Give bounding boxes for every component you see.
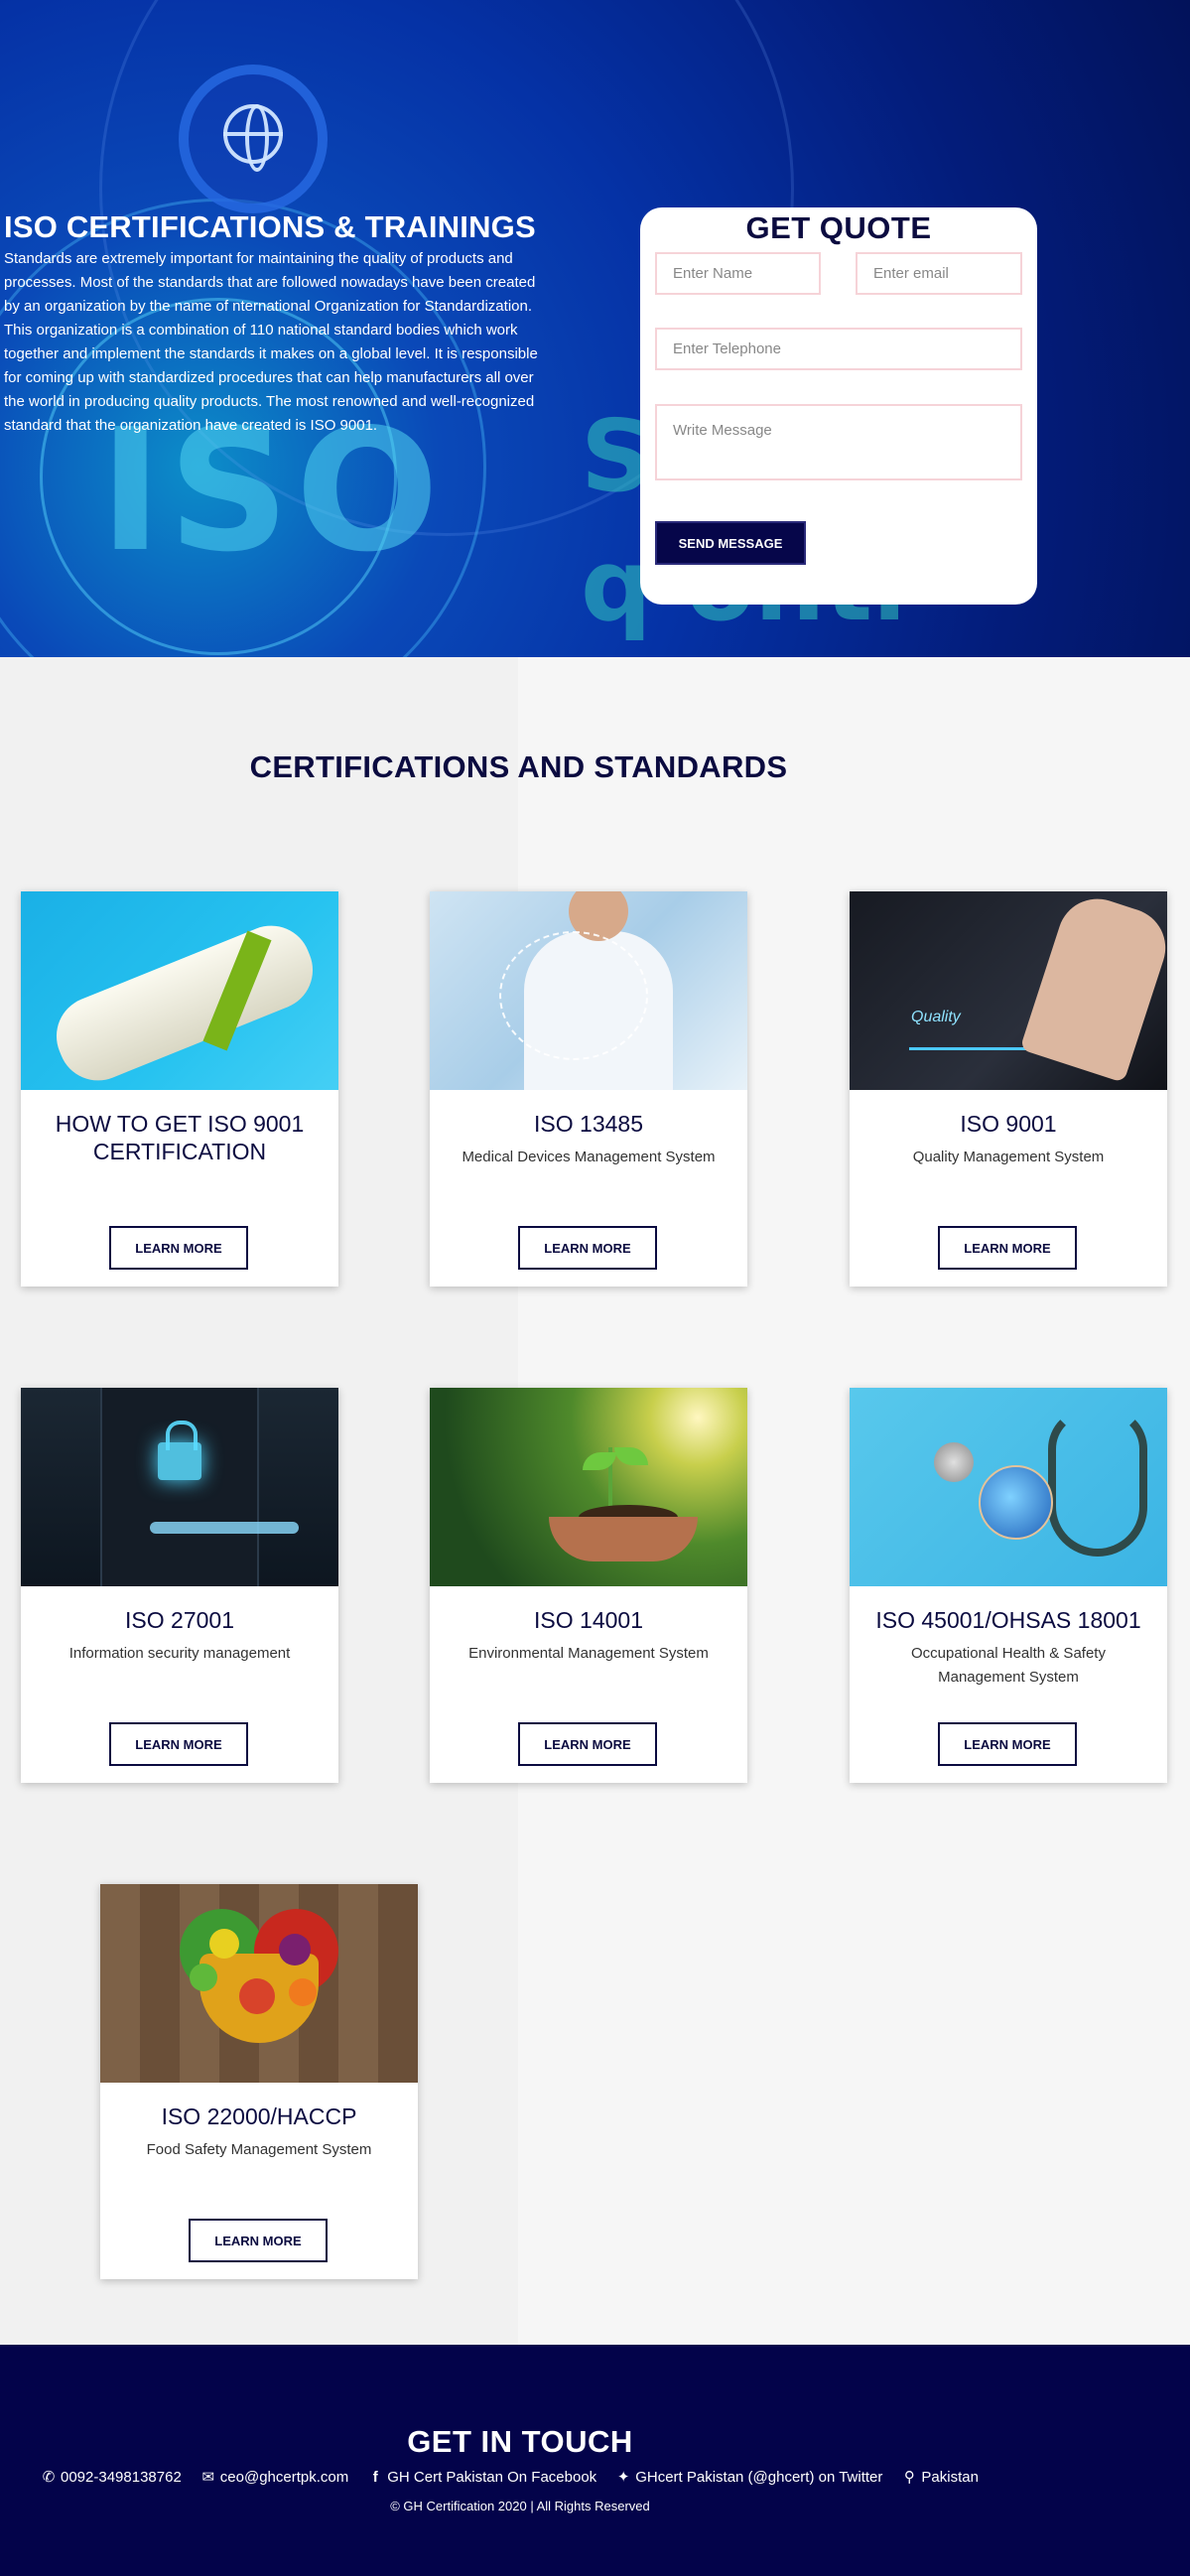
send-message-button[interactable]: SEND MESSAGE (655, 521, 806, 565)
name-field[interactable]: Enter Name (655, 252, 821, 295)
twitter-label: GHcert Pakistan (@ghcert) on Twitter (635, 2468, 883, 2486)
quote-form-title: GET QUOTE (745, 210, 932, 245)
certification-card: Quality ISO 9001 Quality Management Syst… (850, 891, 1167, 1287)
facebook-label: GH Cert Pakistan On Facebook (387, 2468, 597, 2486)
location-label: Pakistan (921, 2468, 979, 2486)
map-marker-icon: ⚲ (903, 2469, 915, 2486)
telephone-field[interactable]: Enter Telephone (655, 328, 1022, 370)
location-contact: ⚲ Pakistan (902, 2468, 979, 2487)
facebook-link[interactable]: f GH Cert Pakistan On Facebook (368, 2468, 596, 2486)
stethoscope-globe-image (850, 1388, 1167, 1586)
phone-number: 0092-3498138762 (61, 2468, 182, 2486)
certification-card: ISO 45001/OHSAS 18001 Occupational Healt… (850, 1388, 1167, 1783)
security-lock-image (21, 1388, 338, 1586)
footer-title: GET IN TOUCH (407, 2424, 633, 2459)
hero-paragraph: Standards are extremely important for ma… (4, 250, 538, 434)
card-description: Quality Management System (912, 1149, 1105, 1165)
twitter-link[interactable]: ✦ GHcert Pakistan (@ghcert) on Twitter (616, 2468, 883, 2487)
card-description: Occupational Health & Safety Management … (911, 1645, 1106, 1686)
certification-card: ISO 14001 Environmental Management Syste… (430, 1388, 747, 1783)
email-address: ceo@ghcertpk.com (219, 2468, 349, 2486)
contact-list: ✆ 0092-3498138762 ✉ ceo@ghcertpk.com f G… (42, 2468, 979, 2487)
quality-graph-image: Quality (850, 891, 1167, 1090)
card-description: Food Safety Management System (146, 2141, 372, 2158)
globe-icon (179, 65, 328, 213)
card-title: ISO 13485 (534, 1111, 643, 1137)
learn-more-button[interactable]: LEARN MORE (938, 1226, 1077, 1270)
plant-hands-image (430, 1388, 747, 1586)
certification-card: ISO 22000/HACCP Food Safety Management S… (100, 1884, 418, 2279)
quote-form: GET QUOTE Enter Name Enter email Enter T… (640, 207, 1037, 605)
diploma-scroll-image (21, 891, 338, 1090)
certification-card: ISO 13485 Medical Devices Management Sys… (430, 891, 747, 1287)
learn-more-button[interactable]: LEARN MORE (189, 2219, 328, 2262)
copyright-text: © GH Certification 2020 | All Rights Res… (390, 2499, 650, 2513)
card-title: ISO 45001/OHSAS 18001 (875, 1607, 1141, 1633)
certifications-title: CERTIFICATIONS AND STANDARDS (249, 749, 788, 784)
hero-banner: ISO S ds q ontr ISO CERTIFICATIONS & TRA… (0, 0, 1190, 657)
card-title: ISO 9001 (960, 1111, 1057, 1137)
doctor-medical-image (430, 891, 747, 1090)
fruit-heart-image (100, 1884, 418, 2083)
learn-more-button[interactable]: LEARN MORE (518, 1722, 657, 1766)
learn-more-button[interactable]: LEARN MORE (518, 1226, 657, 1270)
facebook-icon: f (372, 2468, 378, 2486)
phone-contact[interactable]: ✆ 0092-3498138762 (42, 2468, 182, 2487)
card-title: ISO 22000/HACCP (161, 2103, 357, 2129)
card-description: Medical Devices Management System (462, 1149, 716, 1165)
envelope-icon: ✉ (201, 2469, 215, 2486)
learn-more-button[interactable]: LEARN MORE (938, 1722, 1077, 1766)
email-contact[interactable]: ✉ ceo@ghcertpk.com (201, 2468, 349, 2487)
certification-card: HOW TO GET ISO 9001 CERTIFICATION LEARN … (21, 891, 338, 1287)
certification-card: ISO 27001 Information security managemen… (21, 1388, 338, 1783)
hero-title: ISO CERTIFICATIONS & TRAININGS (4, 209, 536, 244)
card-title: ISO 14001 (534, 1607, 643, 1633)
twitter-icon: ✦ (616, 2469, 630, 2486)
hero-intro: ISO CERTIFICATIONS & TRAININGS Standards… (4, 203, 540, 438)
learn-more-button[interactable]: LEARN MORE (109, 1226, 248, 1270)
card-description: Information security management (68, 1645, 291, 1662)
card-title: HOW TO GET ISO 9001 CERTIFICATION (55, 1111, 305, 1164)
card-description: Environmental Management System (468, 1645, 709, 1662)
footer: GET IN TOUCH ✆ 0092-3498138762 ✉ ceo@ghc… (0, 2345, 1190, 2576)
card-title: ISO 27001 (125, 1607, 234, 1633)
learn-more-button[interactable]: LEARN MORE (109, 1722, 248, 1766)
phone-icon: ✆ (42, 2469, 56, 2486)
message-field[interactable]: Write Message (655, 404, 1022, 480)
email-field[interactable]: Enter email (856, 252, 1022, 295)
